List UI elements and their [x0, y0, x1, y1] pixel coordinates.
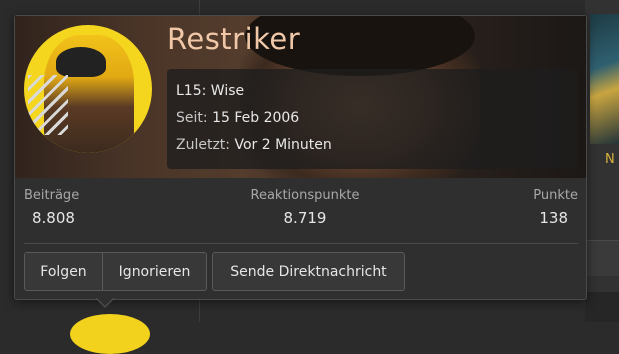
stat-reactions[interactable]: Reaktionspunkte 8.719	[248, 188, 362, 227]
follow-button[interactable]: Folgen	[25, 253, 102, 290]
stat-posts[interactable]: Beiträge 8.808	[24, 188, 79, 227]
stat-reactions-label: Reaktionspunkte	[250, 188, 360, 203]
side-thumbnail-caption: N	[605, 152, 615, 167]
avatar[interactable]	[24, 25, 152, 153]
profile-banner: Restriker L15: Wise Seit: 15 Feb 2006 Zu…	[15, 16, 586, 178]
stat-points-label: Punkte	[533, 188, 578, 203]
post-avatar[interactable]	[70, 314, 150, 354]
stat-points[interactable]: Punkte 138	[533, 188, 578, 227]
username[interactable]: Restriker	[167, 22, 300, 56]
side-thumbnail[interactable]	[590, 14, 619, 144]
send-message-button[interactable]: Sende Direktnachricht	[212, 252, 405, 291]
stat-points-value: 138	[539, 209, 568, 227]
member-info: L15: Wise Seit: 15 Feb 2006 Zuletzt: Vor…	[167, 69, 578, 169]
side-bar	[585, 240, 619, 276]
stat-reactions-value: 8.719	[283, 209, 327, 227]
avatar-mask	[56, 47, 106, 77]
member-last-seen: Zuletzt: Vor 2 Minuten	[176, 132, 569, 159]
member-joined: Seit: 15 Feb 2006	[176, 105, 569, 132]
member-title: L15: Wise	[176, 83, 245, 99]
ignore-button[interactable]: Ignorieren	[102, 253, 206, 290]
stat-posts-label: Beiträge	[24, 188, 80, 203]
tooltip-arrow-fill	[96, 297, 114, 306]
side-bar-lower	[585, 292, 619, 322]
divider	[24, 243, 578, 244]
member-tooltip: Restriker L15: Wise Seit: 15 Feb 2006 Zu…	[14, 15, 587, 300]
last-seen-value: Vor 2 Minuten	[234, 137, 332, 153]
last-seen-label: Zuletzt:	[176, 137, 231, 153]
stat-posts-value: 8.808	[32, 209, 75, 227]
follow-ignore-group: Folgen Ignorieren	[24, 252, 207, 291]
joined-date: 15 Feb 2006	[212, 110, 300, 126]
joined-label: Seit:	[176, 110, 208, 126]
avatar-claws	[28, 75, 68, 135]
member-stats: Beiträge 8.808 Reaktionspunkte 8.719 Pun…	[15, 188, 586, 238]
